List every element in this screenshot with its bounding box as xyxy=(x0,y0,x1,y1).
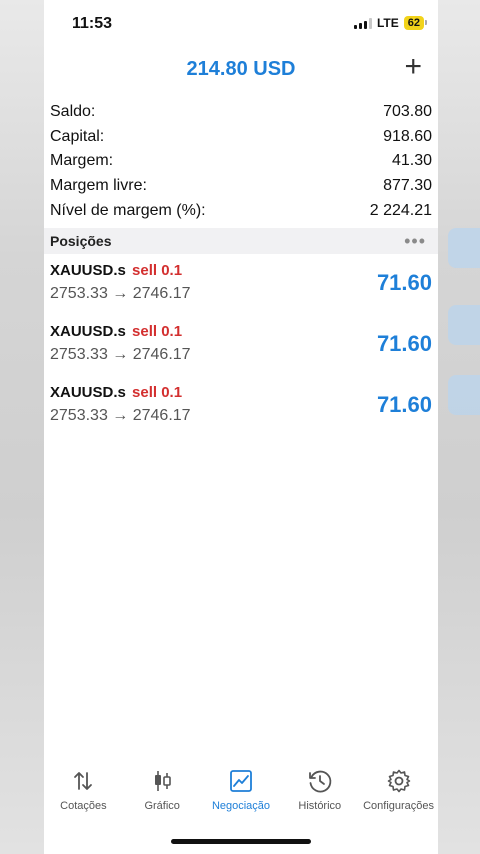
position-row[interactable]: XAUUSD.s sell 0.1 2753.33 → 2746.17 71.6… xyxy=(44,254,438,315)
summary-value: 877.30 xyxy=(383,177,432,195)
tab-configuracoes[interactable]: Configurações xyxy=(360,768,438,812)
position-title: XAUUSD.s sell 0.1 xyxy=(50,262,432,279)
summary-value: 2 224.21 xyxy=(369,201,432,219)
tab-label: Negociação xyxy=(211,800,271,812)
position-symbol: XAUUSD.s xyxy=(50,322,126,340)
position-title: XAUUSD.s sell 0.1 xyxy=(50,323,432,340)
summary-value: 41.30 xyxy=(391,152,432,170)
background-left xyxy=(0,0,44,854)
summary-label: Margem: xyxy=(50,152,114,170)
home-indicator xyxy=(171,839,311,844)
tab-label: Configurações xyxy=(363,800,435,812)
history-clock-icon xyxy=(308,770,332,793)
position-side: sell 0.1 xyxy=(132,261,183,279)
position-prices: 2753.33 → 2746.17 xyxy=(50,406,191,424)
summary-row-capital: Capital: 918.60 xyxy=(50,125,432,150)
summary-label: Saldo: xyxy=(50,103,96,121)
bottom-tab-bar: Cotações Gráfico Negociação Histórico Co… xyxy=(44,768,438,828)
tab-grafico[interactable]: Gráfico xyxy=(123,768,201,812)
status-time: 11:53 xyxy=(72,15,113,32)
summary-value: 703.80 xyxy=(383,103,432,121)
summary-row-margem: Margem: 41.30 xyxy=(50,149,432,174)
summary-row-nivel-margem: Nível de margem (%): 2 224.21 xyxy=(50,198,432,223)
summary-row-margem-livre: Margem livre: 877.30 xyxy=(50,174,432,199)
positions-section-header: Posições ••• xyxy=(44,227,438,254)
background-blob xyxy=(448,375,480,415)
position-side: sell 0.1 xyxy=(132,383,183,401)
new-order-button[interactable]: + xyxy=(404,52,422,82)
account-summary: Saldo: 703.80 Capital: 918.60 Margem: 41… xyxy=(44,92,438,223)
background-blob xyxy=(448,305,480,345)
tab-negociacao[interactable]: Negociação xyxy=(202,768,280,812)
app-screen: 11:53 LTE 62 214.80 USD + Saldo: 703.80 … xyxy=(44,0,438,854)
position-row[interactable]: XAUUSD.s sell 0.1 2753.33 → 2746.17 71.6… xyxy=(44,315,438,376)
quotes-arrows-icon xyxy=(74,772,93,790)
network-type: LTE xyxy=(376,16,399,30)
summary-value: 918.60 xyxy=(383,127,432,145)
battery-icon: 62 xyxy=(403,16,428,30)
header: 214.80 USD + xyxy=(44,48,438,92)
position-symbol: XAUUSD.s xyxy=(50,383,126,401)
status-bar: 11:53 LTE 62 xyxy=(44,0,438,48)
background-blob xyxy=(448,228,480,268)
summary-row-saldo: Saldo: 703.80 xyxy=(50,100,432,125)
background-right xyxy=(436,0,480,854)
summary-label: Capital: xyxy=(50,127,105,145)
profit-total-title: 214.80 USD xyxy=(186,58,296,80)
position-symbol: XAUUSD.s xyxy=(50,261,126,279)
tab-label: Cotações xyxy=(60,800,107,812)
more-options-icon[interactable]: ••• xyxy=(404,232,426,250)
position-profit: 71.60 xyxy=(376,391,432,417)
settings-gear-icon xyxy=(387,769,410,793)
positions-title: Posições xyxy=(50,232,112,249)
tab-historico[interactable]: Histórico xyxy=(281,768,359,812)
position-row[interactable]: XAUUSD.s sell 0.1 2753.33 → 2746.17 71.6… xyxy=(44,376,438,437)
trade-chart-icon xyxy=(230,770,252,792)
summary-label: Nível de margem (%): xyxy=(50,201,206,219)
position-side: sell 0.1 xyxy=(132,322,183,340)
tab-label: Histórico xyxy=(298,800,342,812)
candlestick-chart-icon xyxy=(155,771,171,791)
summary-label: Margem livre: xyxy=(50,177,147,195)
position-prices: 2753.33 → 2746.17 xyxy=(50,284,191,302)
positions-list: XAUUSD.s sell 0.1 2753.33 → 2746.17 71.6… xyxy=(44,254,438,437)
tab-cotacoes[interactable]: Cotações xyxy=(44,768,122,812)
position-profit: 71.60 xyxy=(376,330,432,356)
status-indicators: LTE 62 xyxy=(353,16,428,30)
position-title: XAUUSD.s sell 0.1 xyxy=(50,384,432,401)
position-profit: 71.60 xyxy=(376,269,432,295)
position-prices: 2753.33 → 2746.17 xyxy=(50,345,191,363)
signal-icon xyxy=(353,17,372,29)
tab-label: Gráfico xyxy=(144,800,180,812)
